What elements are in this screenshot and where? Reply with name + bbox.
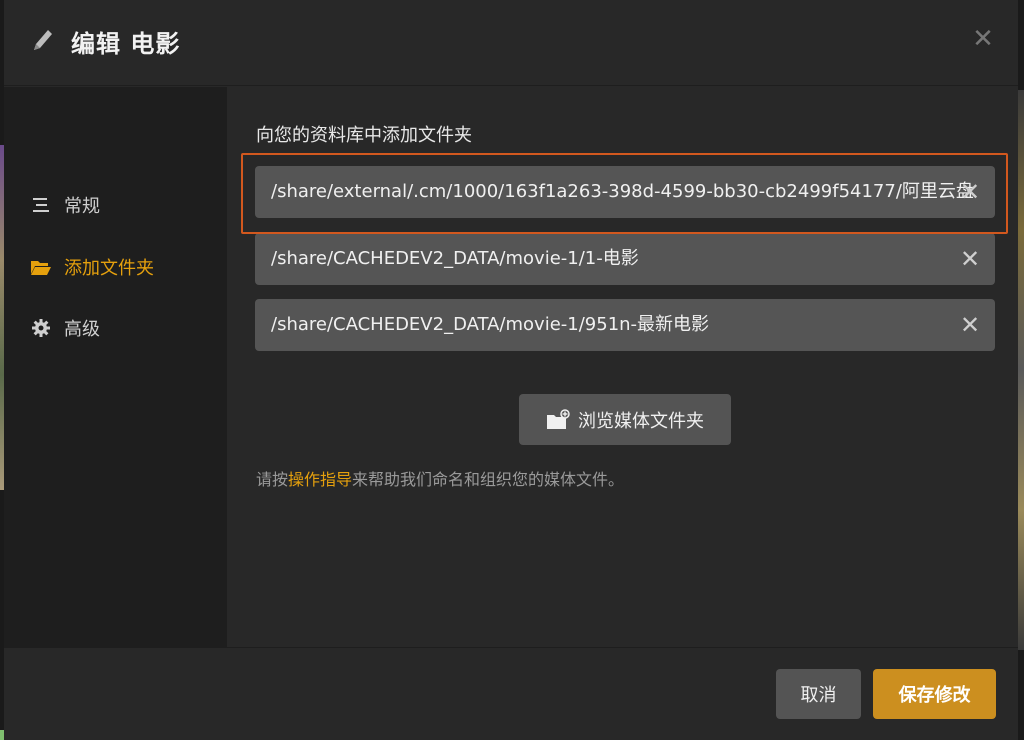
help-text: 请按操作指导来帮助我们命名和组织您的媒体文件。 — [256, 466, 624, 490]
sidebar-item-label: 高级 — [64, 319, 100, 340]
save-button[interactable]: 保存修改 — [873, 669, 996, 719]
close-button[interactable]: ✕ — [968, 24, 998, 54]
remove-folder-icon[interactable]: ✕ — [957, 179, 983, 205]
dialog-sidebar: 常规 添加文件夹 高级 — [4, 87, 227, 647]
folder-row[interactable]: /share/CACHEDEV2_DATA/movie-1/951n-最新电影 … — [255, 299, 995, 351]
help-prefix: 请按 — [256, 470, 289, 489]
folder-row[interactable]: /share/external/.cm/1000/163f1a263-398d-… — [255, 166, 995, 218]
sidebar-item-label: 添加文件夹 — [64, 258, 154, 279]
dialog-title: 编辑 电影 — [71, 30, 181, 58]
help-suffix: 来帮助我们命名和组织您的媒体文件。 — [352, 470, 625, 489]
folder-open-icon — [30, 257, 52, 277]
pencil-icon — [34, 30, 52, 50]
folder-row[interactable]: /share/CACHEDEV2_DATA/movie-1/1-电影 ✕ — [255, 233, 995, 285]
sidebar-item-general[interactable]: 常规 — [30, 190, 100, 220]
cancel-button[interactable]: 取消 — [776, 669, 861, 719]
folder-add-icon — [547, 408, 570, 429]
folder-path[interactable]: /share/CACHEDEV2_DATA/movie-1/951n-最新电影 — [271, 299, 979, 351]
gear-icon — [30, 318, 52, 338]
list-icon — [30, 195, 52, 215]
dialog-header: 编辑 电影 ✕ — [4, 0, 1018, 86]
sidebar-item-label: 常规 — [64, 196, 100, 217]
edit-library-dialog: 编辑 电影 ✕ 常规 添加文件夹 高级 向您的资料库中添加文件夹 /share/… — [4, 0, 1018, 740]
dialog-content: 向您的资料库中添加文件夹 /share/external/.cm/1000/16… — [227, 87, 1018, 647]
section-label: 向您的资料库中添加文件夹 — [256, 125, 472, 146]
browse-folder-label: 浏览媒体文件夹 — [578, 410, 704, 432]
browse-folder-button[interactable]: 浏览媒体文件夹 — [519, 394, 731, 445]
remove-folder-icon[interactable]: ✕ — [957, 246, 983, 272]
folder-path[interactable]: /share/CACHEDEV2_DATA/movie-1/1-电影 — [271, 233, 979, 285]
dialog-footer: 取消 保存修改 — [4, 647, 1018, 740]
sidebar-item-advanced[interactable]: 高级 — [30, 313, 100, 343]
sidebar-item-add-folder[interactable]: 添加文件夹 — [30, 252, 154, 282]
help-guide-link[interactable]: 操作指导 — [288, 470, 352, 489]
folder-path[interactable]: /share/external/.cm/1000/163f1a263-398d-… — [271, 166, 979, 218]
background-right-edge — [1018, 90, 1024, 650]
remove-folder-icon[interactable]: ✕ — [957, 312, 983, 338]
